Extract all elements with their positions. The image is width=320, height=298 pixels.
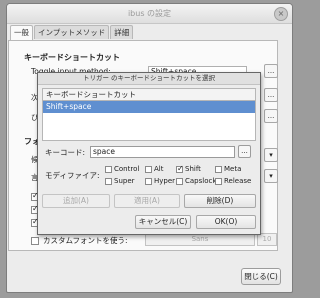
alt-checkbox[interactable] xyxy=(145,165,152,173)
control-checkbox[interactable] xyxy=(105,165,112,173)
keyboard-shortcut-heading: キーボードショートカット xyxy=(24,53,120,62)
super-checkbox[interactable] xyxy=(105,177,112,185)
window-title: ibus の設定 xyxy=(127,9,172,18)
modifier-super[interactable]: Super xyxy=(105,177,135,185)
modifier-control[interactable]: Control xyxy=(105,165,139,173)
add-button[interactable]: 追加(A) xyxy=(42,194,110,208)
meta-checkbox[interactable] xyxy=(215,165,222,173)
keycode-label: キーコード: xyxy=(45,148,86,157)
shortcut-dialog: トリガー のキーボードショートカットを選択 キーボードショートカット Shift… xyxy=(37,72,261,235)
delete-button[interactable]: 削除(D) xyxy=(184,194,256,208)
modifier-capslock[interactable]: Capslock xyxy=(176,177,216,185)
tab-bar: 一般 インプットメソッド 詳細 xyxy=(10,25,134,40)
toggle-more-button[interactable]: ... xyxy=(264,64,278,78)
tab-general[interactable]: 一般 xyxy=(10,25,33,40)
modifier-shift[interactable]: Shift xyxy=(176,164,201,173)
tab-advanced[interactable]: 詳細 xyxy=(110,25,134,39)
modifier-meta[interactable]: Meta xyxy=(215,165,241,173)
modifier-alt[interactable]: Alt xyxy=(145,165,163,173)
modifier-release[interactable]: Release xyxy=(215,177,251,185)
release-checkbox[interactable] xyxy=(215,177,222,185)
list-header: キーボードショートカット xyxy=(42,88,256,101)
candidate-dropdown-icon[interactable]: ▾ xyxy=(264,148,278,162)
keycode-more-button[interactable]: ... xyxy=(238,145,251,158)
modifier-hyper[interactable]: Hyper xyxy=(145,177,175,185)
list-body: Shift+space xyxy=(42,101,256,141)
dialog-title: トリガー のキーボードショートカットを選択 xyxy=(38,73,260,85)
custom-font-checkbox[interactable] xyxy=(31,237,39,245)
apply-button[interactable]: 適用(A) xyxy=(114,194,180,208)
tab-input-method[interactable]: インプットメソッド xyxy=(34,25,110,39)
shift-checkbox[interactable] xyxy=(176,164,184,173)
keycode-input[interactable]: space xyxy=(90,146,235,158)
prev-more-button[interactable]: ... xyxy=(264,109,278,123)
cancel-button[interactable]: キャンセル(C) xyxy=(135,215,191,229)
language-dropdown-icon[interactable]: ▾ xyxy=(264,169,278,183)
ok-button[interactable]: OK(O) xyxy=(196,215,256,229)
window-close-icon[interactable]: × xyxy=(274,7,288,21)
capslock-checkbox[interactable] xyxy=(176,177,183,185)
modifier-label: モディファイア: xyxy=(45,171,100,180)
close-button[interactable]: 閉じる(C) xyxy=(241,268,281,285)
next-more-button[interactable]: ... xyxy=(264,88,278,102)
custom-font-label: カスタムフォントを使う: xyxy=(43,236,128,245)
title-bar: ibus の設定 × xyxy=(7,4,292,24)
list-item[interactable]: Shift+space xyxy=(43,101,255,113)
hyper-checkbox[interactable] xyxy=(145,177,152,185)
